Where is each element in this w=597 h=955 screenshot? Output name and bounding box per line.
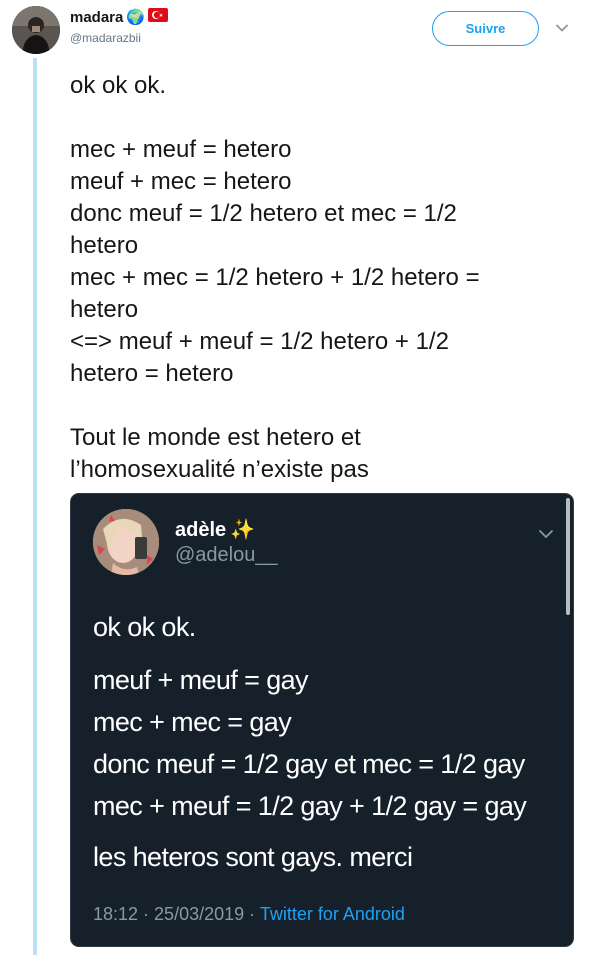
quoted-author-handle[interactable]: @adelou__ — [175, 544, 278, 567]
chevron-down-icon[interactable] — [554, 20, 570, 36]
quoted-line: mec + mec = gay — [93, 707, 292, 737]
quoted-author-name[interactable]: adèle — [175, 519, 226, 541]
globe-emoji: 🌍 — [126, 9, 146, 26]
tweet-line: Tout le monde est hetero et — [70, 424, 361, 451]
follow-button[interactable]: Suivre — [432, 11, 539, 46]
tweet-source-link[interactable]: Twitter for Android — [260, 904, 405, 924]
tweet-line: hetero — [70, 296, 139, 323]
tweet-date[interactable]: 25/03/2019 — [154, 904, 244, 924]
quoted-line: ok ok ok. — [93, 612, 196, 642]
tweet-line — [70, 102, 570, 134]
quoted-line: meuf + meuf = gay — [93, 665, 309, 695]
turkey-flag-emoji — [148, 8, 169, 26]
author-name-row[interactable]: madara 🌍 — [70, 8, 169, 26]
tweet-line: hetero = hetero — [70, 360, 234, 387]
quoted-tweet-card[interactable]: adèle ✨ @adelou__ ok ok ok. meuf + meuf =… — [70, 493, 574, 947]
tweet-line: <=> meuf + meuf = 1/2 hetero + 1/2 — [70, 328, 449, 355]
chevron-down-icon[interactable] — [537, 525, 555, 543]
quoted-author-avatar[interactable] — [93, 509, 159, 575]
tweet-line: hetero — [70, 232, 139, 259]
quoted-line: donc meuf = 1/2 gay et mec = 1/2 gay — [93, 749, 525, 779]
tweet-line: donc meuf = 1/2 hetero et mec = 1/2 — [70, 200, 457, 227]
tweet-line: mec + mec = 1/2 hetero + 1/2 hetero = — [70, 264, 480, 291]
separator-dot: · — [244, 904, 260, 924]
tweet-line: mec + meuf = hetero — [70, 136, 292, 163]
author-name[interactable]: madara — [70, 9, 123, 26]
quoted-tweet-footer: 18:12 · 25/03/2019 · Twitter for Android — [93, 904, 405, 925]
quoted-line: mec + meuf = 1/2 gay + 1/2 gay = gay — [93, 791, 527, 821]
sparkles-emoji: ✨ — [230, 519, 256, 541]
thread-line — [33, 58, 37, 955]
tweet-line: ok ok ok. — [70, 72, 167, 99]
tweet-line: l’homosexualité n’existe pas — [70, 456, 369, 483]
separator-dot: · — [138, 904, 155, 924]
tweet-line — [70, 390, 570, 422]
tweet-text: ok ok ok. mec + meuf = hetero meuf + mec… — [70, 70, 570, 486]
quoted-line: les heteros sont gays. merci — [93, 842, 413, 872]
scrollbar[interactable] — [566, 498, 570, 615]
quoted-author-name-row[interactable]: adèle ✨ — [175, 517, 255, 542]
author-avatar[interactable] — [12, 6, 60, 54]
tweet-page: madara 🌍 @madarazbii Suivre ok ok ok. me… — [0, 0, 597, 955]
tweet-time[interactable]: 18:12 — [93, 904, 138, 924]
author-handle[interactable]: @madarazbii — [70, 31, 141, 45]
tweet-line: meuf + mec = hetero — [70, 168, 292, 195]
